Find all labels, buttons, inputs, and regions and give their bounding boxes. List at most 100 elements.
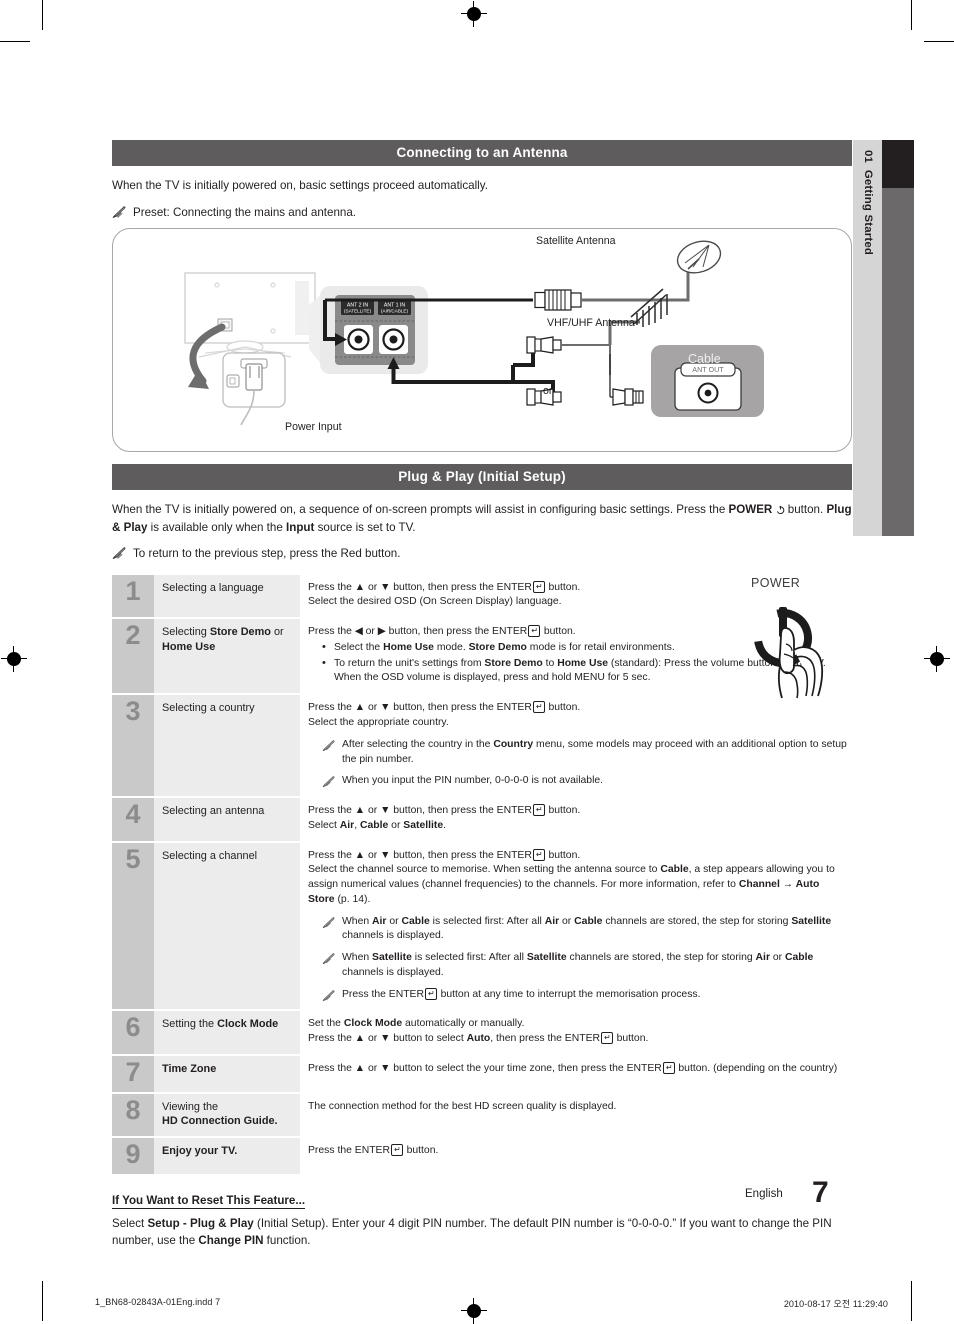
footer-timestamp: 2010-08-17 오전 11:29:40 (783, 1299, 888, 1309)
section-header-connecting-antenna: Connecting to an Antenna (112, 140, 852, 166)
step-note-text: When Satellite is selected first: After … (342, 952, 814, 978)
enter-key-icon: ↵ (601, 1032, 613, 1045)
step-title-plain: Viewing the (162, 1100, 219, 1113)
antenna-preset-note-text: Preset: Connecting the mains and antenna… (133, 205, 357, 219)
pencil-icon (322, 989, 336, 1002)
step-line: The connection method for the best HD sc… (308, 1100, 617, 1112)
pencil-icon (112, 205, 127, 219)
step-line: Select Air, Cable or Satellite. (308, 819, 447, 831)
svg-text:(SATELLITE): (SATELLITE) (344, 308, 371, 313)
step-number: 3 (112, 695, 154, 797)
step-number: 1 (112, 574, 154, 618)
antenna-diagram-svg: ANT 2 IN (SATELLITE) ANT 1 IN (AIR/CABLE… (184, 240, 764, 426)
diagram-label-power-input: Power Input (285, 421, 342, 433)
plug-play-intro-text: When the TV is initially powered on, a s… (112, 501, 852, 536)
pnp-bold-input: Input (286, 520, 315, 534)
step-description: Press the ENTER ↵ button. (300, 1138, 852, 1174)
step-title-bold: Time Zone (162, 1062, 217, 1075)
step-number: 2 (112, 619, 154, 694)
enter-key-icon: ↵ (391, 1143, 403, 1156)
step-description: Press the ▲ or ▼ button, then press the … (300, 798, 852, 841)
step-number: 7 (112, 1055, 154, 1092)
step-note: After selecting the country in the Count… (308, 738, 848, 768)
table-row: 4 Selecting an antenna Press the ▲ or ▼ … (112, 798, 852, 841)
step-note-text: When Air or Cable is selected first: Aft… (342, 915, 832, 942)
footer-file-name: 1_BN68-02843A-01Eng.indd 7 (95, 1297, 221, 1307)
step-title: Selecting a language (154, 574, 300, 618)
pencil-icon (322, 776, 336, 788)
crop-mark-top-left-horizontal (0, 41, 30, 43)
step-title-bold: Enjoy your TV. (162, 1144, 238, 1157)
enter-key-icon: ↵ (532, 701, 545, 714)
step-description: The connection method for the best HD sc… (300, 1094, 852, 1136)
plug-play-note-text: To return to the previous step, press th… (133, 547, 401, 561)
step-title-line2-bold: HD Connection Guide. (162, 1115, 278, 1128)
pencil-icon (112, 547, 127, 560)
power-hand-svg (754, 607, 824, 699)
step-title-bold: Store Demo (209, 626, 271, 639)
pnp-intro-a: When the TV is initially powered on, a s… (112, 503, 729, 516)
reset-bold-setup: Setup - Plug & Play (147, 1216, 254, 1230)
svg-text:(AIR/CABLE): (AIR/CABLE) (381, 308, 409, 313)
table-row: 9 Enjoy your TV. Press the ENTER ↵ button… (112, 1137, 852, 1174)
step-number: 6 (112, 1011, 154, 1054)
step-note: When you input the PIN number, 0-0-0-0 i… (308, 774, 848, 789)
step-number: 9 (112, 1137, 154, 1174)
chapter-tab-label: 01 Getting Started (862, 150, 874, 255)
chapter-title: Getting Started (861, 169, 874, 256)
step-title: Selecting a country (154, 695, 300, 797)
chapter-tab-dark-block (882, 140, 914, 188)
registration-mark-left (1, 646, 27, 672)
reset-feature-heading: If You Want to Reset This Feature... (112, 1193, 306, 1209)
step-line: Select the appropriate country. (308, 716, 449, 728)
crop-mark-bottom-right-vertical (911, 1281, 913, 1321)
crop-mark-bottom-left-vertical (42, 1281, 44, 1321)
step-title-line2: Home Use (162, 640, 216, 653)
step-title: Selecting a channel (154, 842, 300, 1010)
step-title: Selecting an antenna (154, 798, 300, 841)
step-title: Time Zone (154, 1055, 300, 1092)
table-row: 8 Viewing the HD Connection Guide. The co… (112, 1093, 852, 1136)
enter-key-icon: ↵ (528, 625, 540, 638)
step-title: Enjoy your TV. (154, 1137, 300, 1174)
chapter-tab-gray-block (882, 188, 914, 536)
enter-key-icon: ↵ (532, 848, 545, 861)
step-title-suffix: or (270, 626, 284, 639)
step-line: Press the ENTER ↵ button. (308, 1143, 439, 1156)
step-line: Set the Clock Mode automatically or manu… (308, 1018, 525, 1030)
diagram-label-satellite-antenna: Satellite Antenna (536, 235, 616, 247)
step-title-prefix: Selecting (162, 626, 210, 639)
step-line: Press the ▲ or ▼ button, then press the … (308, 804, 581, 817)
reset-bold-changepin: Change PIN (198, 1234, 264, 1248)
reset-feature-block: If You Want to Reset This Feature... Sel… (112, 1174, 852, 1250)
step-note-text: After selecting the country in the Count… (342, 738, 847, 765)
step-line: Press the ▲ or ▼ button to select the yo… (308, 1061, 838, 1074)
chapter-tab: 01 Getting Started (853, 140, 882, 536)
diagram-label-or: or (543, 385, 553, 397)
enter-key-icon: ↵ (532, 580, 545, 593)
step-number: 4 (112, 798, 154, 841)
antenna-connection-diagram: ANT 2 IN (SATELLITE) ANT 1 IN (AIR/CABLE… (112, 228, 852, 452)
pnp-power-word: POWER (728, 503, 773, 516)
diagram-label-cable-box: Cable (688, 352, 721, 366)
power-button-illustration: POWER (738, 576, 848, 701)
reset-feature-body: Select Setup - Plug & Play (Initial Setu… (112, 1215, 852, 1250)
step-line: Press the ▲ or ▼ button, then press the … (308, 848, 581, 861)
step-note: Press the ENTER ↵ button at any time to i… (308, 987, 848, 1003)
step-note-text: When you input the PIN number, 0-0-0-0 i… (342, 775, 604, 787)
step-description: Set the Clock Mode automatically or manu… (300, 1011, 852, 1054)
page-number: 7 (812, 1176, 829, 1209)
chapter-number: 01 (861, 150, 874, 164)
table-row: 7 Time Zone Press the ▲ or ▼ button to s… (112, 1055, 852, 1092)
pnp-intro-d: source is set to TV. (314, 520, 416, 534)
step-line: Press the ▲ or ▼ button, then press the … (308, 701, 581, 714)
pnp-intro-c: is available only when the (147, 520, 287, 534)
section-header-plug-and-play: Plug & Play (Initial Setup) (112, 464, 852, 490)
enter-key-icon: ↵ (662, 1061, 675, 1074)
pencil-icon (322, 953, 336, 965)
pencil-icon (322, 916, 336, 929)
antenna-preset-note: Preset: Connecting the mains and antenna… (112, 204, 852, 221)
step-note: When Air or Cable is selected first: Aft… (308, 915, 848, 945)
antenna-intro-text: When the TV is initially powered on, bas… (112, 179, 488, 192)
step-title: Selecting Store Demo or Home Use (154, 619, 300, 694)
